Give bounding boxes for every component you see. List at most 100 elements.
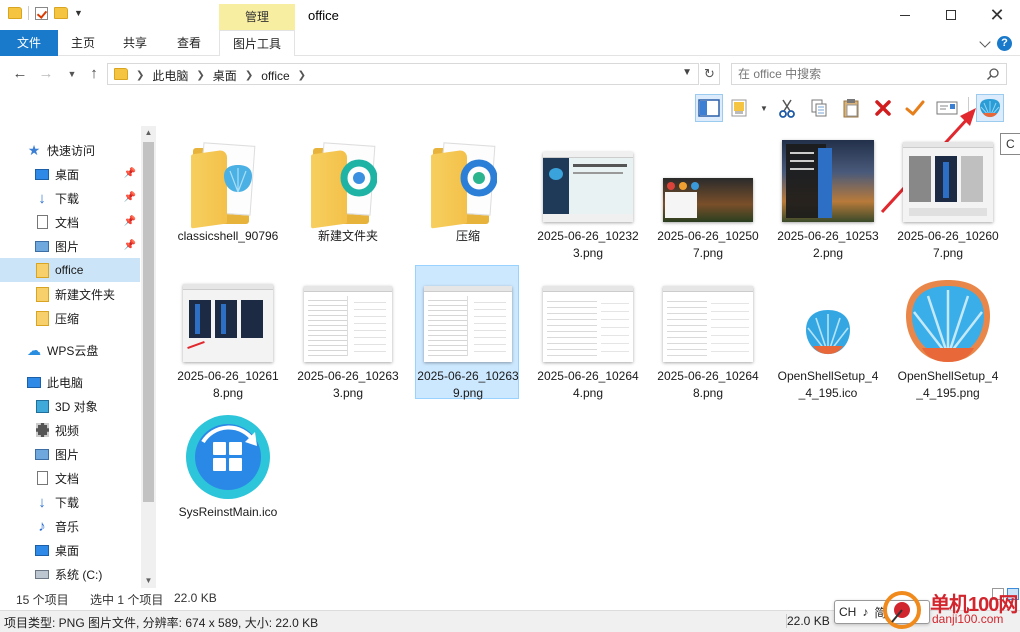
file-item[interactable]: 新建文件夹 [296,126,400,260]
file-name: 压缩 [455,229,480,243]
maximize-button[interactable] [928,0,974,30]
nav-item-label: 下载 [55,495,80,510]
nav-item-videos[interactable]: 视频 [0,418,140,442]
manage-context-tab-group[interactable]: 管理 [219,4,295,30]
nav-item-3d-objects[interactable]: 3D 对象 [0,394,140,418]
tab-home[interactable]: 主页 [60,30,106,56]
file-item[interactable]: 2025-06-26_102648.png [656,266,760,400]
forward-arrow-icon[interactable]: → [36,64,56,84]
divider [28,6,29,20]
pin-icon[interactable]: 📌 [124,216,136,227]
help-icon[interactable]: ? [997,36,1012,51]
tab-view[interactable]: 查看 [164,30,214,56]
breadcrumb-office[interactable]: office [261,69,289,83]
navigation-pane-toggle-button[interactable] [695,94,723,122]
file-item[interactable]: OpenShellSetup_4_4_195.png [896,266,1000,400]
nav-item-music[interactable]: ♪ 音乐 [0,514,140,538]
refresh-button[interactable]: ↻ [700,63,720,85]
file-item[interactable]: 2025-06-26_102532.png [776,126,880,260]
nav-item-office[interactable]: office [0,258,140,282]
rename-button[interactable] [901,94,929,122]
file-item[interactable]: 2025-06-26_102639.png [415,265,519,400]
tab-picture-tools[interactable]: 图片工具 [219,30,295,56]
shell-logo-icon [906,280,990,362]
cut-button[interactable] [773,94,801,122]
address-bar[interactable]: ❯ 此电脑 ❯ 桌面 ❯ office ❯ ▼ [107,63,699,85]
breadcrumb-this-pc[interactable]: 此电脑 [152,67,188,84]
scroll-up-icon[interactable]: ▲ [141,126,156,140]
nav-item-label: 此电脑 [47,375,84,390]
file-item[interactable]: 2025-06-26_102323.png [536,126,640,260]
pin-icon[interactable]: 📌 [124,192,136,203]
nav-item-pictures[interactable]: 图片 📌 [0,234,140,258]
pin-icon[interactable]: 📌 [124,168,136,179]
email-button[interactable] [933,94,961,122]
view-mode-button[interactable] [727,94,755,122]
copy-button[interactable] [805,94,833,122]
ime-language[interactable]: CH [839,605,856,619]
search-icon[interactable] [986,67,1000,81]
nav-item-documents[interactable]: 文档 📌 [0,210,140,234]
email-icon [936,101,958,115]
ime-mode-icon[interactable]: ♪ [862,605,868,619]
file-item[interactable]: 2025-06-26_102644.png [536,266,640,400]
classic-shell-settings-button[interactable] [976,94,1004,122]
chevron-right-icon[interactable]: ❯ [196,70,204,81]
paste-button[interactable] [837,94,865,122]
nav-item-downloads[interactable]: ↓ 下载 📌 [0,186,140,210]
properties-icon[interactable] [35,6,48,20]
delete-button[interactable] [869,94,897,122]
nav-item-system-drive[interactable]: 系统 (C:) [0,562,140,586]
address-history-dropdown-icon[interactable]: ▼ [682,67,692,78]
folder-icon[interactable] [8,7,22,19]
nav-quick-access[interactable]: ★ 快速访问 [0,138,140,162]
back-arrow-icon[interactable]: ← [10,64,30,84]
folder-thumbnail [296,136,400,229]
view-mode-dropdown-icon[interactable]: ▼ [759,94,769,122]
file-item[interactable]: classicshell_90796 [176,126,280,260]
chevron-right-icon[interactable]: ❯ [298,70,306,81]
ribbon-right-controls: ? [979,35,1012,51]
file-name: SysReinstMain.ico [178,505,278,519]
nav-scrollbar[interactable]: ▲ ▼ [141,126,156,588]
edge-logo-icon [460,159,497,197]
minimize-button[interactable] [882,0,928,30]
file-list: classicshell_90796 新建文件夹 压缩 2025-06-26_1… [160,126,1020,588]
file-item[interactable]: OpenShellSetup_4_4_195.ico [776,266,880,400]
expand-ribbon-chevron-icon[interactable] [979,35,991,48]
screenshot-preview [663,286,753,362]
nav-this-pc[interactable]: 此电脑 [0,370,140,394]
breadcrumb-desktop[interactable]: 桌面 [213,67,237,84]
search-box[interactable] [731,63,1007,85]
new-folder-icon[interactable] [54,7,68,19]
file-item[interactable]: 2025-06-26_102618.png [176,266,280,400]
scroll-down-icon[interactable]: ▼ [141,574,156,588]
nav-item-pc-desktop[interactable]: 桌面 [0,538,140,562]
file-name: 2025-06-26_102648.png [657,369,759,400]
file-item[interactable]: 压缩 [416,126,520,260]
tab-file[interactable]: 文件 [0,30,58,56]
customize-qat-dropdown-icon[interactable]: ▼ [74,8,83,18]
file-item[interactable]: 2025-06-26_102607.png [896,126,1000,260]
nav-item-pc-downloads[interactable]: ↓ 下载 [0,490,140,514]
chevron-right-icon[interactable]: ❯ [245,70,253,81]
up-arrow-icon[interactable]: ↑ [84,64,104,84]
maximize-icon [946,10,956,20]
chevron-right-icon[interactable]: ❯ [136,70,144,81]
file-item[interactable]: SysReinstMain.ico [176,402,280,536]
nav-item-pc-pictures[interactable]: 图片 [0,442,140,466]
search-input[interactable] [738,66,978,82]
nav-wps-cloud[interactable]: ☁ WPS云盘 [0,338,140,362]
file-item[interactable]: 2025-06-26_102507.png [656,126,760,260]
pin-icon[interactable]: 📌 [124,240,136,251]
nav-item-desktop[interactable]: 桌面 📌 [0,162,140,186]
scrollbar-thumb[interactable] [143,142,154,502]
recent-locations-dropdown-icon[interactable]: ▼ [62,64,82,84]
file-name: 2025-06-26_102644.png [537,369,639,400]
close-button[interactable]: ✕ [974,0,1020,30]
nav-item-new-folder[interactable]: 新建文件夹 [0,282,140,306]
nav-item-pc-documents[interactable]: 文档 [0,466,140,490]
file-item[interactable]: 2025-06-26_102633.png [296,266,400,400]
nav-item-compressed[interactable]: 压缩 [0,306,140,330]
tab-share[interactable]: 共享 [112,30,158,56]
